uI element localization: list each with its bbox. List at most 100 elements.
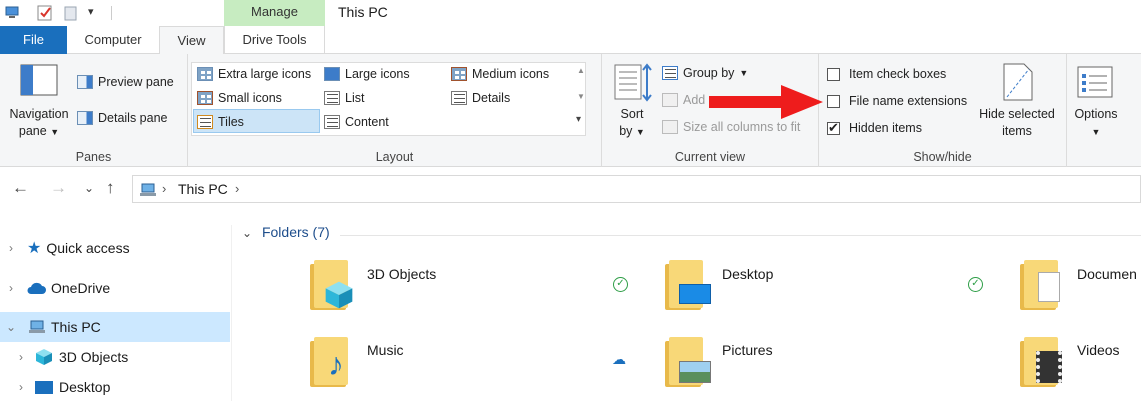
sidebar-item-this-pc[interactable]: ⌄ This PC xyxy=(0,312,230,342)
sidebar-item-quick-access[interactable]: › ★ Quick access xyxy=(0,233,230,263)
preview-pane-button[interactable]: Preview pane xyxy=(77,75,174,89)
tab-drive-tools[interactable]: Drive Tools xyxy=(224,26,325,54)
group-options: Options ▼ xyxy=(1067,54,1141,167)
item-check-boxes-label: Item check boxes xyxy=(849,67,947,81)
size-all-columns-button[interactable]: Size all columns to fit xyxy=(662,120,800,134)
folder-videos[interactable] xyxy=(1020,337,1066,387)
back-arrow-icon[interactable]: ← xyxy=(12,178,29,198)
group-layout: Extra large icons Large icons Medium ico… xyxy=(188,54,602,167)
sidebar-item-label: Quick access xyxy=(46,240,130,256)
hide-selected-label-2: items xyxy=(1002,124,1032,138)
recent-locations-chevron-icon[interactable]: ⌄ xyxy=(84,181,94,195)
details-pane-icon xyxy=(77,111,93,125)
document-icon xyxy=(1038,272,1060,302)
details-pane-button[interactable]: Details pane xyxy=(77,111,168,125)
small-icons-option[interactable]: Small icons xyxy=(197,91,282,105)
gallery-scroll-up-icon[interactable]: ▲ xyxy=(577,66,585,75)
expand-chevron-icon[interactable]: › xyxy=(3,241,19,255)
group-label-current-view: Current view xyxy=(674,150,746,164)
folder-name[interactable]: 3D Objects xyxy=(367,266,436,282)
add-columns-button[interactable]: Add xyxy=(662,93,705,107)
sidebar-item-onedrive[interactable]: › OneDrive xyxy=(0,273,230,303)
collapse-chevron-icon[interactable]: ⌄ xyxy=(3,320,19,334)
address-bar[interactable]: › This PC › xyxy=(132,175,1141,203)
tab-manage[interactable]: Manage xyxy=(224,0,325,26)
group-by-label: Group by xyxy=(683,66,735,80)
expand-chevron-icon[interactable]: › xyxy=(3,281,19,295)
folder-name[interactable]: Videos xyxy=(1077,342,1120,358)
breadcrumb-this-pc[interactable]: This PC xyxy=(178,181,228,197)
folder-name[interactable]: Documen xyxy=(1077,266,1137,282)
breadcrumb-expand-icon[interactable]: › xyxy=(235,181,239,196)
gallery-expand-icon[interactable]: ▾ xyxy=(576,114,581,125)
file-name-extensions-toggle[interactable]: File name extensions xyxy=(827,94,967,108)
hidden-items-checkbox[interactable] xyxy=(827,120,840,136)
medium-icons-label: Medium icons xyxy=(472,67,550,81)
small-icons-icon xyxy=(197,91,213,105)
tab-computer[interactable]: Computer xyxy=(67,26,159,54)
sort-by-icon xyxy=(614,63,652,102)
group-show-hide: Item check boxes File name extensions Hi… xyxy=(819,54,1067,167)
customize-qat-icon[interactable]: ▾ xyxy=(88,5,106,23)
star-icon: ★ xyxy=(27,240,42,257)
forward-arrow-icon[interactable]: → xyxy=(50,178,67,198)
folder-name[interactable]: Pictures xyxy=(722,342,773,358)
computer-icon[interactable] xyxy=(4,4,22,22)
folder-3d-objects[interactable] xyxy=(310,260,356,310)
large-icons-label: Large icons xyxy=(345,67,410,81)
sort-by-button[interactable]: Sort by ▼ xyxy=(612,106,652,141)
this-pc-icon xyxy=(140,183,156,196)
folders-section-title: Folders (7) xyxy=(261,224,330,240)
preview-pane-icon xyxy=(77,75,93,89)
expand-chevron-icon[interactable]: › xyxy=(13,380,29,394)
sidebar-item-3d-objects[interactable]: › 3D Objects xyxy=(0,342,230,372)
new-folder-icon[interactable] xyxy=(62,4,80,22)
sidebar-item-desktop[interactable]: › Desktop xyxy=(0,372,230,401)
hide-selected-items-button[interactable]: Hide selected items xyxy=(971,106,1063,140)
folder-documents[interactable] xyxy=(1020,260,1066,310)
chevron-down-icon: ▼ xyxy=(1091,127,1101,137)
folder-name[interactable]: Desktop xyxy=(722,266,773,282)
item-check-boxes-checkbox[interactable] xyxy=(827,67,840,81)
large-icons-option[interactable]: Large icons xyxy=(324,67,410,81)
medium-icons-option[interactable]: Medium icons xyxy=(451,67,549,81)
options-button[interactable]: Options ▼ xyxy=(1067,106,1125,141)
item-check-boxes-toggle[interactable]: Item check boxes xyxy=(827,67,946,81)
properties-icon[interactable] xyxy=(36,4,54,22)
hidden-items-toggle[interactable]: Hidden items xyxy=(827,120,922,136)
file-name-extensions-checkbox[interactable] xyxy=(827,94,840,108)
folders-section-header[interactable]: ⌄ Folders (7) xyxy=(242,224,330,240)
group-label-layout: Layout xyxy=(375,150,414,164)
extra-large-icons-option[interactable]: Extra large icons xyxy=(197,67,311,81)
navigation-pane-button[interactable]: Navigation pane ▼ xyxy=(2,106,76,141)
details-icon xyxy=(451,91,467,105)
tiles-option[interactable]: Tiles xyxy=(197,115,244,129)
up-arrow-icon[interactable]: ↑ xyxy=(106,178,115,198)
folder-name[interactable]: Music xyxy=(367,342,404,358)
folder-desktop[interactable] xyxy=(665,260,711,310)
navigation-pane-label: Navigation xyxy=(9,107,69,121)
hidden-items-label: Hidden items xyxy=(849,121,922,135)
this-pc-icon xyxy=(29,320,45,333)
list-option[interactable]: List xyxy=(324,91,364,105)
details-option[interactable]: Details xyxy=(451,91,510,105)
folder-pictures[interactable] xyxy=(665,337,711,387)
folder-music[interactable]: ♪ xyxy=(310,337,356,387)
navigation-pane-label-2: pane xyxy=(18,124,47,138)
sidebar-item-label: 3D Objects xyxy=(59,349,129,365)
collapse-chevron-icon[interactable]: ⌄ xyxy=(242,226,252,240)
content-option[interactable]: Content xyxy=(324,115,389,129)
expand-chevron-icon[interactable]: › xyxy=(13,350,29,364)
preview-pane-label: Preview pane xyxy=(98,75,174,89)
list-icon xyxy=(324,91,340,105)
list-label: List xyxy=(345,91,365,105)
sidebar-item-label: OneDrive xyxy=(51,280,111,296)
gallery-scroll-down-icon[interactable]: ▼ xyxy=(577,92,585,101)
tiles-label: Tiles xyxy=(218,115,244,129)
sort-by-label: Sort xyxy=(620,107,644,121)
breadcrumb-separator-icon[interactable]: › xyxy=(162,181,166,196)
group-panes: Navigation pane ▼ Preview pane Details p… xyxy=(0,54,188,167)
tab-file[interactable]: File xyxy=(0,26,67,54)
group-by-button[interactable]: Group by ▼ xyxy=(662,66,748,80)
tab-view[interactable]: View xyxy=(159,26,224,55)
